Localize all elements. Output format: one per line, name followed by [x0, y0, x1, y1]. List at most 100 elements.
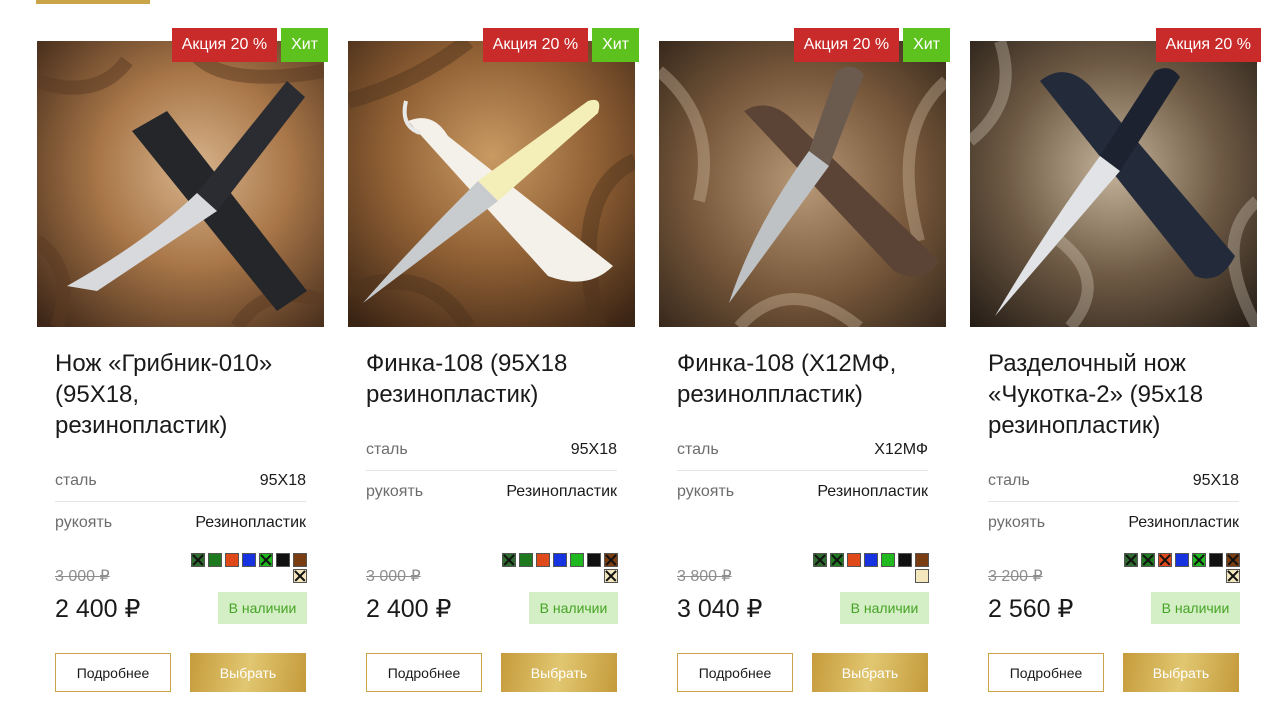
sale-badge: Акция 20 % [482, 28, 589, 62]
color-swatch[interactable] [1209, 553, 1223, 567]
color-swatch[interactable] [898, 553, 912, 567]
details-button[interactable]: Подробнее [55, 653, 171, 692]
color-swatch[interactable] [1175, 553, 1189, 567]
color-swatch[interactable] [881, 553, 895, 567]
color-swatch[interactable] [604, 569, 618, 583]
swatch-row [187, 569, 307, 583]
color-swatch[interactable] [293, 569, 307, 583]
color-swatches [1120, 553, 1240, 583]
price: 2 400 ₽ [55, 595, 141, 623]
spec-row-steel: сталь 95Х18 [366, 429, 617, 471]
product-title[interactable]: Финка-108 (95Х18 резинопластик) [366, 348, 628, 410]
old-price: 3 200 ₽ [988, 568, 1043, 585]
swatch-row [498, 553, 618, 567]
price: 3 040 ₽ [677, 595, 763, 623]
swatch-row [498, 569, 618, 583]
color-swatch[interactable] [553, 553, 567, 567]
spec-value: 95Х18 [1192, 471, 1239, 489]
spec-row-handle: рукоять Резинопластик [677, 471, 928, 513]
product-specs: сталь 95Х18 рукоять Резинопластик [55, 460, 306, 544]
color-swatch[interactable] [830, 553, 844, 567]
product-image[interactable] [37, 41, 324, 327]
color-swatch[interactable] [1192, 553, 1206, 567]
product-specs: сталь 95Х18 рукоять Резинопластик [988, 460, 1239, 544]
select-button[interactable]: Выбрать [812, 653, 928, 692]
color-swatch[interactable] [242, 553, 256, 567]
color-swatch[interactable] [259, 553, 273, 567]
product-image[interactable] [970, 41, 1257, 327]
color-swatches [187, 553, 307, 583]
color-swatch[interactable] [191, 553, 205, 567]
knife-photo-icon [970, 41, 1257, 327]
color-swatch[interactable] [915, 553, 929, 567]
color-swatch[interactable] [502, 553, 516, 567]
color-swatch[interactable] [847, 553, 861, 567]
spec-value: Х12МФ [874, 440, 928, 458]
product-card: Акция 20 % Хит Нож «Грибник-010» (95Х18,… [37, 0, 328, 720]
old-price: 3 800 ₽ [677, 568, 732, 585]
spec-row-steel: сталь 95Х18 [988, 460, 1239, 502]
spec-value: Резинопластик [506, 483, 617, 500]
color-swatch[interactable] [1124, 553, 1138, 567]
spec-name: рукоять [55, 514, 113, 531]
spec-value: Резинопластик [195, 514, 306, 531]
spec-row-steel: сталь 95Х18 [55, 460, 306, 502]
color-swatch[interactable] [1226, 569, 1240, 583]
spec-name: сталь [366, 440, 408, 458]
color-swatch[interactable] [536, 553, 550, 567]
color-swatch[interactable] [519, 553, 533, 567]
color-swatch[interactable] [604, 553, 618, 567]
color-swatch[interactable] [1141, 553, 1155, 567]
spec-name: сталь [55, 471, 97, 489]
spec-name: рукоять [988, 514, 1046, 531]
spec-row-handle: рукоять Резинопластик [366, 471, 617, 513]
color-swatch[interactable] [276, 553, 290, 567]
color-swatch[interactable] [864, 553, 878, 567]
details-button[interactable]: Подробнее [366, 653, 482, 692]
spec-name: сталь [988, 471, 1030, 489]
color-swatch[interactable] [813, 553, 827, 567]
color-swatch[interactable] [225, 553, 239, 567]
swatch-row [1120, 553, 1240, 567]
select-button[interactable]: Выбрать [1123, 653, 1239, 692]
color-swatch[interactable] [293, 553, 307, 567]
spec-row-handle: рукоять Резинопластик [55, 502, 306, 544]
spec-row-steel: сталь Х12МФ [677, 429, 928, 471]
product-badges: Акция 20 % Хит [793, 28, 950, 62]
price: 2 400 ₽ [366, 595, 452, 623]
old-price: 3 000 ₽ [55, 568, 110, 585]
knife-photo-icon [348, 41, 635, 327]
color-swatch[interactable] [570, 553, 584, 567]
spec-row-handle: рукоять Резинопластик [988, 502, 1239, 544]
details-button[interactable]: Подробнее [677, 653, 793, 692]
select-button[interactable]: Выбрать [190, 653, 306, 692]
product-image[interactable] [348, 41, 635, 327]
spec-name: рукоять [366, 483, 424, 500]
sale-badge: Акция 20 % [793, 28, 900, 62]
product-title[interactable]: Разделочный нож «Чукотка-2» (95х18 резин… [988, 348, 1250, 441]
product-specs: сталь 95Х18 рукоять Резинопластик [366, 429, 617, 513]
spec-name: сталь [677, 440, 719, 458]
select-button[interactable]: Выбрать [501, 653, 617, 692]
hit-badge: Хит [592, 28, 639, 62]
product-title[interactable]: Нож «Грибник-010» (95Х18, резинопластик) [55, 348, 317, 441]
color-swatches [809, 553, 929, 583]
product-badges: Акция 20 % [1155, 28, 1261, 62]
spec-value: Резинопластик [1128, 514, 1239, 531]
product-title[interactable]: Финка-108 (Х12МФ, резинолпластик) [677, 348, 939, 410]
stock-badge: В наличии [218, 592, 307, 624]
price: 2 560 ₽ [988, 595, 1074, 623]
details-button[interactable]: Подробнее [988, 653, 1104, 692]
spec-value: 95Х18 [570, 440, 617, 458]
swatch-row [809, 553, 929, 567]
color-swatch[interactable] [1158, 553, 1172, 567]
product-image[interactable] [659, 41, 946, 327]
color-swatch[interactable] [915, 569, 929, 583]
hit-badge: Хит [903, 28, 950, 62]
color-swatch[interactable] [587, 553, 601, 567]
product-badges: Акция 20 % Хит [482, 28, 639, 62]
color-swatch[interactable] [1226, 553, 1240, 567]
color-swatch[interactable] [208, 553, 222, 567]
product-specs: сталь Х12МФ рукоять Резинопластик [677, 429, 928, 513]
swatch-row [809, 569, 929, 583]
